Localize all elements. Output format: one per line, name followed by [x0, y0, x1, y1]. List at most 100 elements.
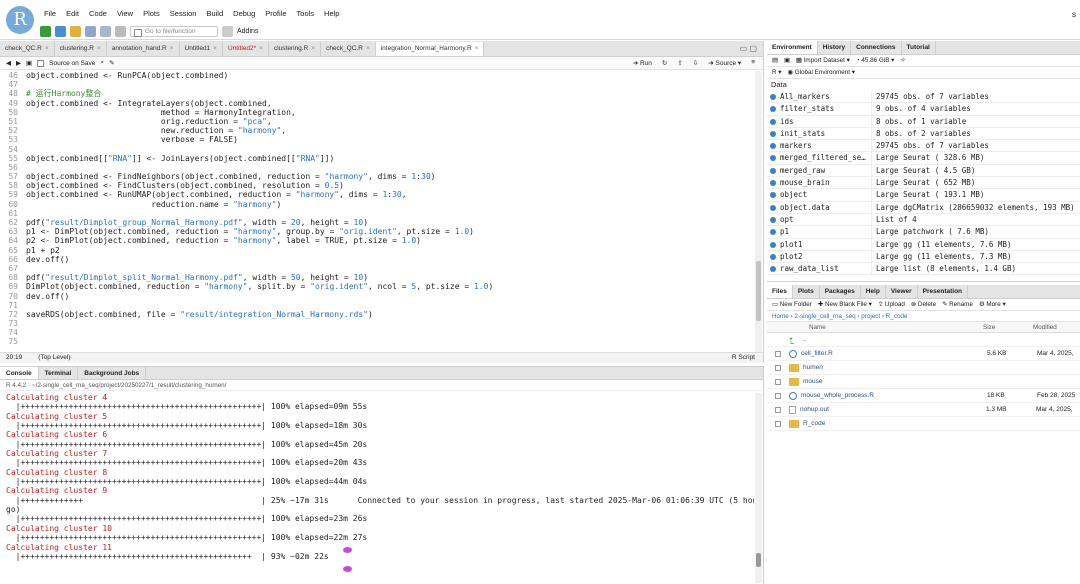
- save-workspace-icon[interactable]: ▣: [784, 57, 790, 64]
- tab-viewer[interactable]: Viewer: [886, 285, 918, 298]
- more-button[interactable]: ⚙ More ▾: [979, 301, 1006, 308]
- user-menu[interactable]: s: [1072, 10, 1076, 19]
- new-folder-button[interactable]: ▭ New Folder: [772, 301, 812, 308]
- file-row[interactable]: humen: [767, 361, 1080, 375]
- tab-annotation-hand[interactable]: annotation_hand.R ×: [107, 42, 180, 56]
- variable-name[interactable]: raw_data_list: [767, 263, 871, 274]
- variable-name[interactable]: opt: [767, 214, 871, 225]
- close-icon[interactable]: ×: [213, 45, 217, 52]
- variable-name[interactable]: merged_filtered_se…: [767, 152, 871, 163]
- code-line[interactable]: 65 p1 + p2: [0, 246, 756, 255]
- tab-connections[interactable]: Connections: [851, 41, 902, 54]
- language-select[interactable]: R ▾: [772, 69, 781, 76]
- code-line[interactable]: 60 reduction.name = "harmony"): [0, 200, 756, 209]
- tab-check-qc[interactable]: check_QC.R ×: [0, 42, 55, 56]
- file-checkbox[interactable]: [775, 420, 781, 427]
- variable-name[interactable]: ids: [767, 116, 871, 127]
- file-row[interactable]: nohup.out 1.3 MB Mar 4, 2025,: [767, 403, 1080, 417]
- code-line[interactable]: 62 pdf("result/Dimplot_group_Normal_Harmo…: [0, 218, 756, 227]
- editor-scrollbar[interactable]: [755, 71, 762, 352]
- tab-clustering-2[interactable]: clustering.R ×: [269, 42, 322, 56]
- code-line[interactable]: 54: [0, 145, 756, 154]
- menu-edit[interactable]: Edit: [66, 9, 79, 18]
- menu-help[interactable]: Help: [324, 9, 339, 18]
- file-name-link[interactable]: nohup.out: [800, 406, 986, 413]
- code-line[interactable]: 48 # 运行Harmony整合: [0, 89, 756, 98]
- new-file-icon[interactable]: [40, 25, 51, 37]
- variable-name[interactable]: filter_stats: [767, 103, 871, 114]
- tab-background-jobs[interactable]: Background Jobs: [78, 367, 147, 379]
- variable-name[interactable]: object: [767, 189, 871, 200]
- menu-file[interactable]: File: [44, 9, 56, 18]
- variable-name[interactable]: p1: [767, 226, 871, 237]
- run-button[interactable]: ➜ Run: [633, 59, 652, 67]
- file-checkbox[interactable]: [775, 392, 781, 399]
- variable-name[interactable]: plot2: [767, 251, 871, 262]
- variable-name[interactable]: merged_raw: [767, 165, 871, 176]
- rerun-icon[interactable]: ↻: [662, 59, 667, 67]
- clear-broom-icon[interactable]: ✧: [900, 57, 905, 64]
- code-line[interactable]: 64 p2 <- DimPlot(object.combined, reducti…: [0, 236, 756, 245]
- code-line[interactable]: 57 object.combined <- FindNeighbors(objec…: [0, 172, 756, 181]
- code-line[interactable]: 55 object.combined[["RNA"]] <- JoinLayers…: [0, 154, 756, 163]
- source-on-save-checkbox[interactable]: [37, 59, 45, 67]
- close-icon[interactable]: ×: [475, 45, 479, 52]
- upload-button[interactable]: ⇪ Upload: [878, 301, 905, 308]
- menu-session[interactable]: Session: [170, 9, 197, 18]
- environment-row[interactable]: mouse_brain Large Seurat ( 652 MB): [767, 177, 1080, 190]
- environment-row[interactable]: object.data Large dgCMatrix (286659032 el…: [767, 201, 1080, 214]
- menu-code[interactable]: Code: [89, 9, 107, 18]
- goto-file-input[interactable]: Go to file/function: [130, 25, 218, 37]
- environment-row[interactable]: merged_raw Large Seurat ( 4.5 GB): [767, 164, 1080, 178]
- file-row[interactable]: cell_filter.R 5.6 KB Mar 4, 2025,: [767, 347, 1080, 361]
- environment-row[interactable]: opt List of 4: [767, 213, 1080, 227]
- editor-scroll-thumb[interactable]: [756, 261, 761, 321]
- close-icon[interactable]: ×: [259, 45, 263, 52]
- tab-console[interactable]: Console: [0, 367, 39, 379]
- tab-files[interactable]: Files: [767, 285, 793, 298]
- tab-untitled1[interactable]: Untitled1 ×: [180, 42, 223, 56]
- forward-arrow-icon[interactable]: ▶: [16, 59, 21, 67]
- back-arrow-icon[interactable]: ◀: [6, 59, 11, 67]
- file-name-link[interactable]: R_code: [803, 420, 989, 427]
- close-icon[interactable]: ×: [311, 45, 315, 52]
- code-line[interactable]: 72 saveRDS(object.combined, file = "resul…: [0, 310, 756, 319]
- code-line[interactable]: 61: [0, 209, 756, 218]
- environment-row[interactable]: ids 8 obs. of 1 variable: [767, 115, 1080, 128]
- menu-debug[interactable]: Debug: [233, 9, 255, 18]
- file-name-link[interactable]: humen: [803, 364, 989, 371]
- environment-row[interactable]: raw_data_list Large list (8 elements, 1.4…: [767, 263, 1080, 276]
- variable-name[interactable]: init_stats: [767, 128, 871, 139]
- file-name-link[interactable]: mouse_whole_process.R: [801, 392, 987, 399]
- code-line[interactable]: 63 p1 <- DimPlot(object.combined, reducti…: [0, 227, 756, 236]
- environment-row[interactable]: plot2 Large gg (11 elements, 7.3 MB): [767, 250, 1080, 264]
- code-line[interactable]: 75: [0, 337, 756, 346]
- save-all-icon[interactable]: [100, 25, 111, 37]
- tab-plots[interactable]: Plots: [793, 285, 820, 298]
- file-name-link[interactable]: mouse: [803, 378, 989, 385]
- open-folder-icon[interactable]: [70, 25, 81, 37]
- memory-usage[interactable]: ◔ 45.86 GiB ▾: [856, 57, 895, 64]
- file-row[interactable]: mouse_whole_process.R 18 KB Feb 28, 2025: [767, 389, 1080, 403]
- column-name[interactable]: Name: [809, 322, 983, 332]
- tab-presentation[interactable]: Presentation: [918, 285, 969, 298]
- tab-check-qc-2[interactable]: check_QC.R ×: [321, 42, 376, 56]
- global-env-select[interactable]: ◉ Global Environment ▾: [787, 69, 854, 76]
- code-line[interactable]: 67: [0, 264, 756, 273]
- import-dataset-button[interactable]: ▦ Import Dataset ▾: [796, 57, 850, 64]
- code-line[interactable]: 46 object.combined <- RunPCA(object.combi…: [0, 71, 756, 80]
- addins-menu[interactable]: Addins: [237, 28, 258, 35]
- delete-button[interactable]: ⊗ Delete: [911, 301, 936, 308]
- close-icon[interactable]: ×: [170, 45, 174, 52]
- environment-row[interactable]: plot1 Large gg (11 elements, 7.6 MB): [767, 238, 1080, 251]
- environment-row[interactable]: init_stats 8 obs. of 2 variables: [767, 127, 1080, 141]
- column-modified[interactable]: Modified: [1033, 322, 1057, 332]
- search-icon[interactable]: ⌕: [100, 59, 104, 67]
- file-checkbox[interactable]: [775, 350, 781, 357]
- code-line[interactable]: 49 object.combined <- IntegrateLayers(obj…: [0, 99, 756, 108]
- print-icon[interactable]: [115, 25, 126, 37]
- variable-name[interactable]: mouse_brain: [767, 177, 871, 188]
- save-file-icon[interactable]: ▣: [26, 59, 32, 67]
- scope-indicator[interactable]: (Top Level): [38, 353, 70, 363]
- file-checkbox[interactable]: [775, 378, 781, 385]
